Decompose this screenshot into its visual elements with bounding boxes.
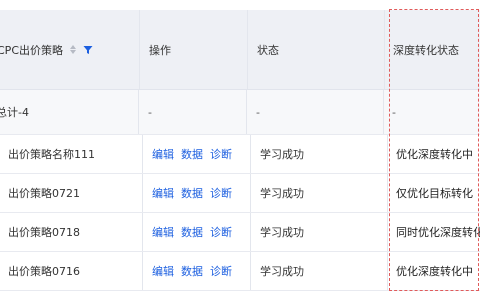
deep-status-cell: 仅优化目标转化 <box>388 174 480 212</box>
data-link[interactable]: 数据 <box>181 224 203 240</box>
diagnose-link[interactable]: 诊断 <box>210 146 232 162</box>
total-status: - <box>256 105 260 119</box>
total-deep-status-cell: - <box>384 90 476 134</box>
total-label: 总计-4 <box>0 106 29 119</box>
status-cell: 学习成功 <box>251 213 388 251</box>
deep-status-cell: 优化深度转化中 <box>388 252 480 290</box>
table-row: 出价策略0721 编辑 数据 诊断 学习成功 仅优化目标转化 <box>0 174 480 213</box>
actions-cell: 编辑 数据 诊断 <box>143 213 251 251</box>
edit-link[interactable]: 编辑 <box>152 185 174 201</box>
strategy-name: 出价策略0721 <box>8 187 80 200</box>
edit-link[interactable]: 编辑 <box>152 263 174 279</box>
status-text: 学习成功 <box>260 226 304 239</box>
header-deep-status: 深度转化状态 <box>385 10 477 89</box>
total-status-cell: - <box>247 90 384 134</box>
strategy-name-cell: 出价策略0718 <box>0 213 143 251</box>
data-link[interactable]: 数据 <box>181 263 203 279</box>
table-row: 出价策略0718 编辑 数据 诊断 学习成功 同时优化深度转化 <box>0 213 480 252</box>
strategy-name-cell: 出价策略0716 <box>0 252 143 290</box>
actions-cell: 编辑 数据 诊断 <box>143 252 251 290</box>
status-text: 学习成功 <box>260 265 304 278</box>
strategy-name: 出价策略0718 <box>8 226 80 239</box>
deep-status-cell: 同时优化深度转化 <box>388 213 480 251</box>
deep-status-text: 同时优化深度转化 <box>396 226 480 239</box>
deep-status-text: 优化深度转化中 <box>396 265 473 278</box>
strategy-name-cell: 出价策略0721 <box>0 174 143 212</box>
filter-icon[interactable] <box>83 45 93 55</box>
status-cell: 学习成功 <box>251 174 388 212</box>
table-row: 出价策略名称111 编辑 数据 诊断 学习成功 优化深度转化中 <box>0 135 480 174</box>
deep-status-cell: 优化深度转化中 <box>388 135 480 173</box>
strategy-name: 出价策略名称111 <box>8 148 95 161</box>
sort-icon[interactable] <box>70 45 76 54</box>
data-link[interactable]: 数据 <box>181 146 203 162</box>
diagnose-link[interactable]: 诊断 <box>210 263 232 279</box>
strategy-table: CPC出价策略 操作 状态 深度转化状态 总计-4 - - - 出价策略名称11… <box>0 0 480 300</box>
total-deep-status: - <box>392 105 396 119</box>
diagnose-link[interactable]: 诊断 <box>210 224 232 240</box>
actions-cell: 编辑 数据 诊断 <box>143 135 251 173</box>
header-status: 状态 <box>248 10 385 89</box>
total-label-cell: 总计-4 <box>0 90 139 134</box>
table-row: 出价策略0716 编辑 数据 诊断 学习成功 优化深度转化中 <box>0 252 480 291</box>
diagnose-link[interactable]: 诊断 <box>210 185 232 201</box>
total-actions: - <box>148 105 152 119</box>
header-actions: 操作 <box>140 10 248 89</box>
header-deep-status-label: 深度转化状态 <box>393 43 459 57</box>
header-strategy-label: CPC出价策略 <box>0 43 63 57</box>
edit-link[interactable]: 编辑 <box>152 224 174 240</box>
edit-link[interactable]: 编辑 <box>152 146 174 162</box>
deep-status-text: 优化深度转化中 <box>396 148 473 161</box>
header-status-label: 状态 <box>257 43 279 57</box>
strategy-name: 出价策略0716 <box>8 265 80 278</box>
data-link[interactable]: 数据 <box>181 185 203 201</box>
status-text: 学习成功 <box>260 148 304 161</box>
total-actions-cell: - <box>139 90 247 134</box>
total-row: 总计-4 - - - <box>0 90 480 135</box>
status-text: 学习成功 <box>260 187 304 200</box>
actions-cell: 编辑 数据 诊断 <box>143 174 251 212</box>
status-cell: 学习成功 <box>251 135 388 173</box>
header-strategy[interactable]: CPC出价策略 <box>0 10 140 89</box>
table-header: CPC出价策略 操作 状态 深度转化状态 <box>0 10 480 90</box>
strategy-name-cell: 出价策略名称111 <box>0 135 143 173</box>
header-actions-label: 操作 <box>149 43 171 57</box>
status-cell: 学习成功 <box>251 252 388 290</box>
deep-status-text: 仅优化目标转化 <box>396 187 473 200</box>
